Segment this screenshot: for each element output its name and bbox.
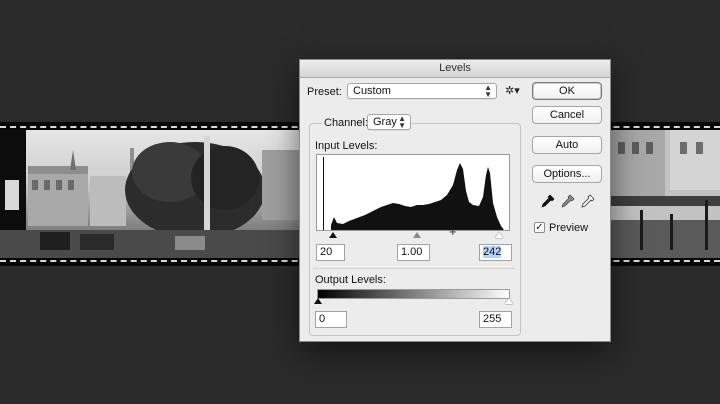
input-black-field[interactable]: 20 [316, 244, 345, 261]
output-black-slider[interactable] [314, 298, 322, 304]
gear-icon[interactable]: ✲▾ [505, 84, 520, 97]
input-white-value: 242 [483, 246, 502, 258]
eyedropper-white-icon[interactable] [581, 194, 595, 208]
input-black-slider[interactable] [329, 232, 337, 238]
auto-button[interactable]: Auto [532, 136, 602, 154]
photo-right-frame [610, 130, 720, 258]
updown-arrows-icon: ▲ ▼ [398, 114, 406, 130]
output-white-field[interactable]: 255 [479, 311, 512, 328]
output-white-slider[interactable] [505, 298, 513, 304]
dialog-title: Levels [300, 60, 610, 78]
ok-button[interactable]: OK [532, 82, 602, 100]
output-gradient-bar [317, 289, 510, 299]
preview-checkbox[interactable]: ✓ [534, 222, 545, 233]
updown-arrows-icon: ▲ ▼ [484, 83, 492, 99]
preview-label: Preview [549, 222, 589, 234]
preset-select[interactable]: Custom ▲ ▼ [347, 83, 497, 99]
input-gamma-field[interactable]: 1.00 [397, 244, 430, 261]
input-white-slider[interactable] [495, 232, 503, 238]
input-gamma-slider[interactable] [413, 232, 421, 238]
photo-left-frame [0, 130, 300, 258]
channel-label: Channel: [322, 117, 371, 129]
options-button[interactable]: Options... [532, 165, 602, 183]
preset-select-value: Custom [353, 85, 391, 97]
output-black-field[interactable]: 0 [315, 311, 347, 328]
cursor-crosshair: + [449, 224, 457, 239]
histogram [316, 154, 510, 231]
output-levels-label: Output Levels: [315, 274, 386, 286]
street-scene-left [0, 130, 300, 258]
eyedropper-gray-icon[interactable] [561, 194, 575, 208]
channel-select-value: Gray [373, 116, 397, 128]
preset-label: Preset: [307, 86, 342, 98]
channel-select[interactable]: Gray ▲ ▼ [367, 114, 411, 130]
input-white-field[interactable]: 242 [479, 244, 512, 261]
street-scene-right [610, 130, 720, 258]
input-levels-label: Input Levels: [315, 140, 378, 152]
histogram-graph [323, 157, 504, 230]
eyedropper-black-icon[interactable] [541, 194, 555, 208]
cancel-button[interactable]: Cancel [532, 106, 602, 124]
divider [313, 268, 515, 269]
